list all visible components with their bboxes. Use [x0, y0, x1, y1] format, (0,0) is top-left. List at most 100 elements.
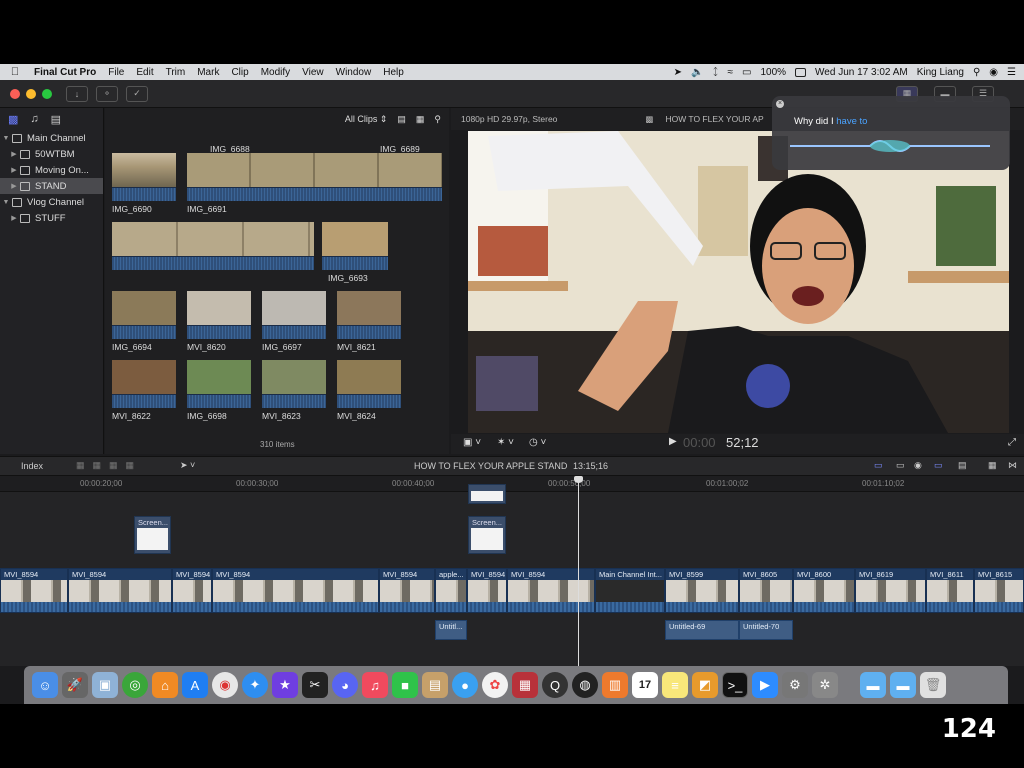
clip-thumbnail[interactable]: IMG_6689 — [380, 130, 444, 154]
timeline[interactable]: Screen... Screen... MVI_8594 MVI_8594 MV… — [0, 484, 1024, 666]
playhead[interactable] — [574, 476, 583, 666]
disclosure-open-icon[interactable]: ▼ — [0, 199, 12, 206]
final-cut-pro-icon[interactable]: ✂ — [302, 672, 328, 698]
video-viewer[interactable] — [468, 131, 1009, 433]
menu-window[interactable]: Window — [330, 67, 378, 78]
close-siri-icon[interactable]: × — [776, 100, 784, 108]
search-icon[interactable]: ⚲ — [434, 114, 441, 125]
menu-trim[interactable]: Trim — [160, 67, 192, 78]
clip-thumbnail[interactable]: IMG_6688 — [210, 130, 274, 154]
skimming-icon[interactable]: ▭ — [896, 460, 905, 471]
launchpad-icon[interactable]: 🚀 — [62, 672, 88, 698]
clip-thumbnail[interactable]: IMG_6697 — [262, 291, 326, 352]
notes-icon[interactable]: ≡ — [662, 672, 688, 698]
titles-generators-icon[interactable]: ▤ — [51, 113, 61, 126]
clip-thumbnail[interactable]: MVI_8622 — [112, 360, 176, 421]
vectorize-icon[interactable]: ◩ — [692, 672, 718, 698]
timeline-clip[interactable]: apple... — [435, 568, 467, 613]
audio-skimming-icon[interactable]: ▭ — [874, 460, 883, 471]
app-store-icon[interactable]: A — [182, 672, 208, 698]
timeline-clip[interactable]: MVI_8619 — [855, 568, 926, 613]
broll-clip[interactable] — [468, 484, 506, 504]
siri-icon[interactable]: ◉ — [989, 67, 998, 78]
title-clip[interactable]: Untitled-70 — [739, 620, 793, 640]
photos-icon[interactable]: ✿ — [482, 672, 508, 698]
timeline-clip[interactable]: MVI_8594 — [68, 568, 172, 613]
music-icon[interactable]: ♫ — [362, 672, 388, 698]
folder-icon[interactable]: ▬ — [860, 672, 886, 698]
fullscreen-icon[interactable]: ⤢ — [1008, 437, 1016, 448]
volume-icon[interactable]: 🔈 — [691, 67, 703, 78]
clip-thumbnail[interactable]: IMG_6698 — [187, 360, 251, 421]
photo-booth-icon[interactable]: ▦ — [512, 672, 538, 698]
timeline-clip[interactable]: MVI_8594 — [0, 568, 68, 613]
timeline-ruler[interactable]: 00:00:20;00 00:00:30;00 00:00:40;00 00:0… — [0, 476, 1024, 492]
timeline-clip[interactable]: MVI_8594 — [379, 568, 435, 613]
event-item-selected[interactable]: ▶ STAND — [0, 178, 103, 194]
select-tool-icon[interactable]: ➤ ˅ — [180, 460, 195, 471]
bluetooth-icon[interactable]: ᛨ — [713, 67, 719, 78]
preview-icon[interactable]: ▣ — [92, 672, 118, 698]
play-button[interactable]: ▶ — [669, 436, 677, 447]
disclosure-closed-icon[interactable]: ▶ — [8, 182, 20, 190]
wifi-icon[interactable]: ≈ — [728, 67, 734, 78]
enhance-icon[interactable]: ✶ ˅ — [497, 437, 514, 448]
calendar-icon[interactable]: 17 — [632, 672, 658, 698]
menu-mark[interactable]: Mark — [191, 67, 225, 78]
user-name[interactable]: King Liang — [917, 67, 964, 78]
timeline-clip[interactable]: MVI_8611 — [926, 568, 974, 613]
terminal-icon[interactable]: >_ — [722, 672, 748, 698]
minimize-window-button[interactable] — [26, 88, 36, 99]
filmstrip-view-icon[interactable]: ▦ — [416, 114, 425, 125]
clip-thumbnail[interactable]: IMG_6693 — [322, 222, 388, 283]
clip-thumbnail[interactable]: MVI_8624 — [337, 360, 401, 421]
automator-icon[interactable]: ⚙ — [782, 672, 808, 698]
messages-icon[interactable]: ● — [452, 672, 478, 698]
obs-icon[interactable]: ◍ — [572, 672, 598, 698]
headphones-icon[interactable]: ◉ — [914, 460, 922, 471]
clip-filter-dropdown[interactable]: All Clips ⇕ — [345, 114, 388, 125]
broll-clip[interactable]: Screen... — [468, 516, 506, 554]
clip-thumbnail[interactable]: MVI_8620 — [187, 291, 251, 352]
snapping-icon[interactable]: ▭ — [934, 460, 943, 471]
facetime-icon[interactable]: ■ — [392, 672, 418, 698]
background-tasks-button[interactable]: ✓ — [126, 85, 148, 102]
title-clip[interactable]: Untitled-69 — [665, 620, 739, 640]
menu-help[interactable]: Help — [377, 67, 410, 78]
imovie-icon[interactable]: ★ — [272, 672, 298, 698]
app-menu[interactable]: Final Cut Pro — [30, 67, 102, 78]
transitions-icon[interactable]: ⋈ — [1008, 460, 1017, 471]
clip-thumbnail[interactable] — [112, 222, 314, 270]
system-preferences-icon[interactable]: ✲ — [812, 672, 838, 698]
close-window-button[interactable] — [10, 88, 20, 99]
event-item[interactable]: ▶ Moving On... — [0, 162, 103, 178]
effects-browser-icon[interactable]: ▦ — [988, 460, 997, 471]
timeline-clip[interactable]: MVI_8605 — [739, 568, 793, 613]
transform-icon[interactable]: ▣ ˅ — [463, 437, 481, 448]
books-icon[interactable]: ▥ — [602, 672, 628, 698]
disclosure-open-icon[interactable]: ▼ — [0, 135, 12, 142]
index-button[interactable]: Index — [21, 461, 43, 471]
apple-menu-icon[interactable]:  — [0, 66, 30, 78]
title-clip[interactable]: Untitl... — [435, 620, 467, 640]
edit-tools-icon[interactable]: ▦▦▦▦ — [76, 460, 142, 471]
clock[interactable]: Wed Jun 17 3:02 AM — [815, 67, 908, 78]
safari-icon[interactable]: ✦ — [242, 672, 268, 698]
battery-icon[interactable] — [795, 67, 807, 77]
clip-thumbnail[interactable]: IMG_6690 — [112, 153, 176, 214]
clip-thumbnail[interactable]: IMG_6694 — [112, 291, 176, 352]
home-icon[interactable]: ⌂ — [152, 672, 178, 698]
clip-thumbnail[interactable]: IMG_6691 — [187, 153, 442, 214]
notefile-icon[interactable]: ▤ — [422, 672, 448, 698]
zoom-icon[interactable]: ▶ — [752, 672, 778, 698]
photos-audio-icon[interactable]: ♫ — [30, 113, 38, 125]
timeline-clip[interactable]: Main Channel Int... — [595, 568, 665, 613]
find-my-icon[interactable]: ◎ — [122, 672, 148, 698]
clip-appearance-icon[interactable]: ▤ — [397, 114, 406, 125]
menu-modify[interactable]: Modify — [255, 67, 296, 78]
menu-edit[interactable]: Edit — [130, 67, 159, 78]
airplay-icon[interactable]: ▭ — [742, 67, 751, 78]
timeline-clip[interactable]: MVI_8615 — [974, 568, 1024, 613]
timeline-clip[interactable]: MVI_8600 — [793, 568, 855, 613]
spotlight-icon[interactable]: ⚲ — [973, 67, 980, 78]
